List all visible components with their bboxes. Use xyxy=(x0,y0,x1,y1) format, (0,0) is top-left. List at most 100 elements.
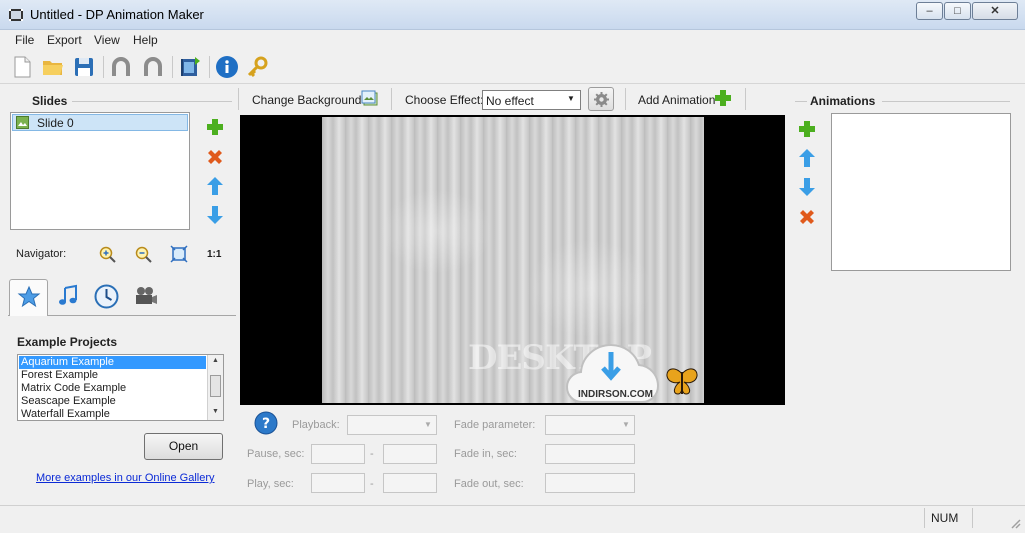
scrollbar[interactable]: ▲ ▼ xyxy=(207,355,223,420)
play-label: Play, sec: xyxy=(247,478,294,490)
fade-in-label: Fade in, sec: xyxy=(454,448,517,460)
slide-thumbnail-icon xyxy=(16,116,29,129)
fit-to-window-icon[interactable] xyxy=(170,245,188,263)
toolbar-separator xyxy=(625,88,626,110)
toolbar-separator xyxy=(103,56,104,78)
effect-select-value: No effect xyxy=(486,94,534,108)
music-icon xyxy=(59,284,77,305)
tab-music[interactable] xyxy=(56,284,80,308)
add-animation-label[interactable]: Add Animation xyxy=(638,93,715,107)
zoom-out-icon[interactable] xyxy=(134,245,152,263)
pause-from-field xyxy=(311,444,365,464)
close-window-button[interactable]: ✕ xyxy=(972,2,1018,20)
playback-select: ▼ xyxy=(347,415,437,435)
fade-in-field xyxy=(545,444,635,464)
list-item[interactable]: Aquarium Example xyxy=(21,356,114,369)
app-film-icon xyxy=(8,7,24,23)
divider xyxy=(72,101,232,102)
list-item[interactable]: Waterfall Example xyxy=(21,408,110,420)
delete-animation-icon[interactable] xyxy=(797,207,817,227)
add-slide-icon[interactable] xyxy=(205,117,225,137)
status-bar xyxy=(0,505,1025,533)
divider xyxy=(882,101,1010,102)
butterfly-icon xyxy=(664,366,700,396)
key-icon[interactable] xyxy=(245,54,271,80)
slide-item-label: Slide 0 xyxy=(37,116,74,130)
fade-out-label: Fade out, sec: xyxy=(454,478,524,490)
minimize-button[interactable]: – xyxy=(916,2,943,20)
scroll-up-icon[interactable]: ▲ xyxy=(212,357,219,364)
menu-file[interactable]: File xyxy=(15,33,34,47)
choose-effect-label: Choose Effect: xyxy=(405,93,484,107)
pause-to-field xyxy=(383,444,437,464)
info-icon[interactable] xyxy=(214,54,240,80)
list-item[interactable]: Seascape Example xyxy=(21,395,116,408)
example-projects-title: Example Projects xyxy=(17,335,118,349)
tab-examples[interactable] xyxy=(9,279,48,316)
svg-text:?: ? xyxy=(262,416,270,432)
menu-help[interactable]: Help xyxy=(133,33,158,47)
move-animation-down-icon[interactable] xyxy=(797,177,817,197)
slide-item[interactable]: Slide 0 xyxy=(12,114,188,131)
toolbar-separator xyxy=(238,88,239,110)
chevron-down-icon: ▼ xyxy=(622,420,630,429)
gear-icon xyxy=(593,91,610,111)
star-icon xyxy=(17,285,41,312)
chevron-down-icon: ▼ xyxy=(424,420,432,429)
toolbar-separator xyxy=(745,88,746,110)
range-dash: - xyxy=(370,448,374,460)
resize-grip-icon[interactable] xyxy=(1008,516,1022,530)
zoom-in-icon[interactable] xyxy=(98,245,116,263)
maximize-button[interactable]: □ xyxy=(944,2,971,20)
actual-size-button[interactable]: 1:1 xyxy=(207,249,221,260)
change-background-icon[interactable] xyxy=(361,90,379,108)
open-button[interactable]: Open xyxy=(144,433,223,460)
menu-view[interactable]: View xyxy=(94,33,120,47)
help-icon[interactable]: ? xyxy=(254,411,278,435)
status-empty-cell xyxy=(972,508,1012,528)
add-animation-item-icon[interactable] xyxy=(797,119,817,139)
toolbar-separator xyxy=(209,56,210,78)
delete-slide-icon[interactable] xyxy=(205,147,225,167)
online-gallery-link[interactable]: More examples in our Online Gallery xyxy=(36,472,215,484)
range-dash: - xyxy=(370,478,374,490)
status-num-cell: NUM xyxy=(924,508,972,528)
open-folder-icon[interactable] xyxy=(40,54,66,80)
clock-icon xyxy=(94,284,119,309)
move-animation-up-icon[interactable] xyxy=(797,148,817,168)
divider xyxy=(795,101,807,102)
export-video-icon[interactable] xyxy=(177,54,203,80)
camera-icon xyxy=(136,287,157,304)
toolbar-separator xyxy=(172,56,173,78)
chevron-down-icon: ▼ xyxy=(567,94,575,103)
tab-camera[interactable] xyxy=(133,286,159,306)
play-from-field xyxy=(311,473,365,493)
fade-out-field xyxy=(545,473,635,493)
move-slide-down-icon[interactable] xyxy=(205,205,225,225)
tab-timing[interactable] xyxy=(94,284,119,309)
save-icon[interactable] xyxy=(71,54,97,80)
fade-parameter-label: Fade parameter: xyxy=(454,419,536,431)
playback-label: Playback: xyxy=(292,419,340,431)
move-slide-up-icon[interactable] xyxy=(205,176,225,196)
list-item[interactable]: Matrix Code Example xyxy=(21,382,126,395)
add-animation-icon[interactable] xyxy=(714,89,732,107)
play-to-field xyxy=(383,473,437,493)
animations-list[interactable] xyxy=(831,113,1011,271)
num-lock-indicator: NUM xyxy=(931,511,959,525)
undo-icon[interactable] xyxy=(108,54,134,80)
scroll-thumb[interactable] xyxy=(210,375,221,397)
list-item[interactable]: Forest Example xyxy=(21,369,98,382)
watermark-site-text: INDIRSON.COM xyxy=(578,389,653,400)
redo-icon[interactable] xyxy=(140,54,166,80)
scroll-down-icon[interactable]: ▼ xyxy=(212,408,219,415)
effect-select[interactable]: No effect ▼ xyxy=(482,90,581,110)
example-projects-list[interactable]: Aquarium Example Forest Example Matrix C… xyxy=(17,354,224,421)
menu-export[interactable]: Export xyxy=(47,33,82,47)
change-background-label[interactable]: Change Background xyxy=(252,93,361,107)
new-file-icon[interactable] xyxy=(9,54,35,80)
effect-settings-button[interactable] xyxy=(588,87,614,111)
pause-label: Pause, sec: xyxy=(247,448,305,460)
fade-parameter-select: ▼ xyxy=(545,415,635,435)
window-title: Untitled - DP Animation Maker xyxy=(30,7,204,22)
